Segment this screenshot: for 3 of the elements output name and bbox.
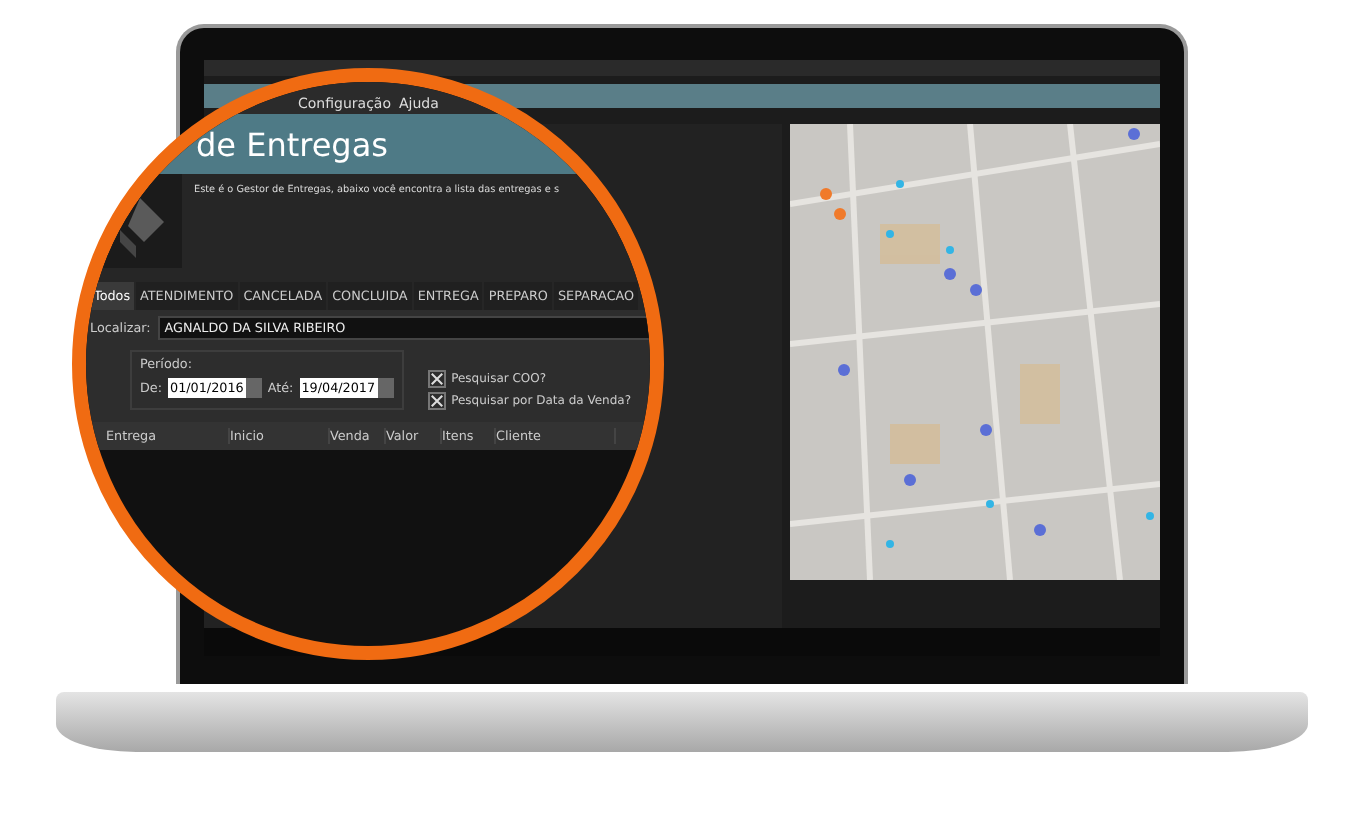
checkbox[interactable] xyxy=(427,392,446,410)
window-title: de Entregas xyxy=(196,125,388,163)
checkbox[interactable] xyxy=(427,370,446,388)
